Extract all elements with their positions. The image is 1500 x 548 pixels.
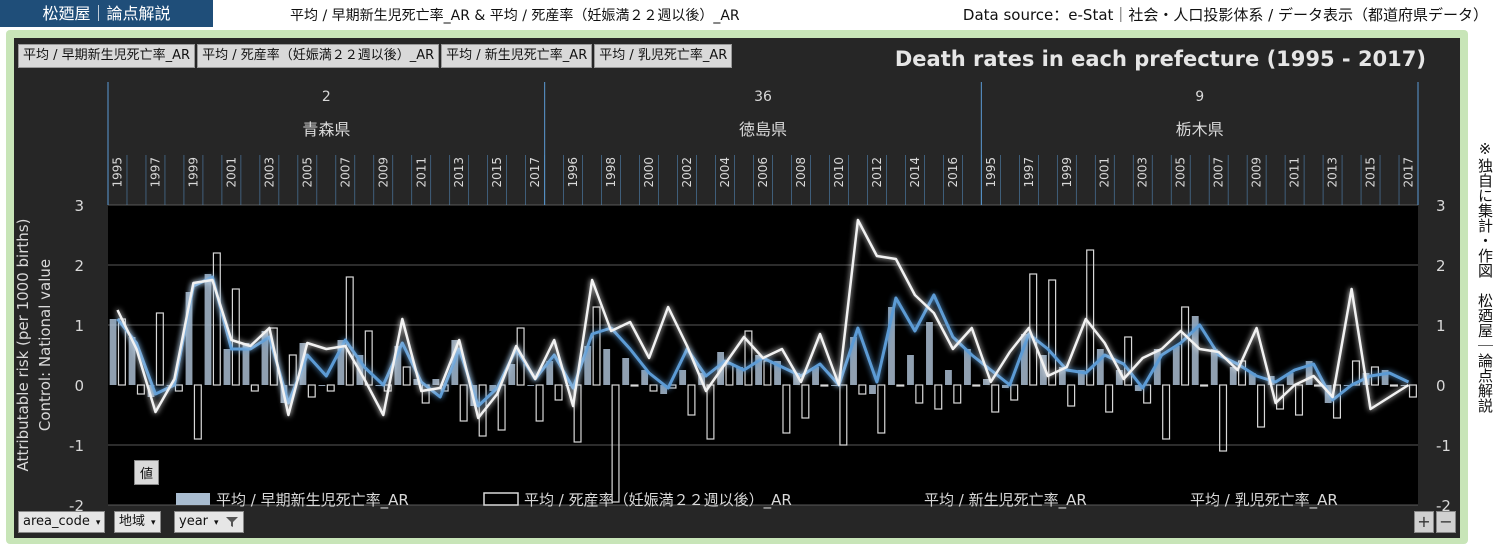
year-tick-label: 2004 (718, 157, 732, 188)
y-tick-label-right: 3 (1436, 197, 1446, 215)
y-tick-label-left: 0 (74, 377, 84, 395)
legend-label: 平均 / 新生児死亡率_AR (924, 491, 1087, 510)
group-name-label: 徳島県 (739, 120, 787, 139)
year-tick-label: 2014 (908, 157, 922, 188)
year-tick-label: 2002 (680, 157, 694, 188)
year-tick-label: 2017 (1402, 157, 1416, 188)
year-tick-label: 2015 (1364, 157, 1378, 188)
group-code-label: 2 (322, 89, 331, 105)
bar-early-neonatal (109, 319, 117, 385)
year-tick-label: 2016 (946, 157, 960, 188)
group-code-label: 36 (754, 89, 772, 105)
bar-early-neonatal (869, 385, 876, 394)
chevron-down-icon: ▾ (95, 518, 101, 528)
year-tick-label: 2012 (870, 157, 884, 188)
bar-early-neonatal (679, 370, 687, 385)
bar-early-neonatal (907, 355, 914, 385)
year-tick-label: 2008 (794, 157, 808, 188)
value-button[interactable]: 値 (134, 460, 160, 485)
group-code-label: 9 (1195, 89, 1204, 105)
year-tick-label: 2007 (1212, 157, 1226, 188)
legend-label: 平均 / 乳児死亡率_AR (1190, 491, 1338, 510)
year-tick-label: 1995 (984, 157, 998, 188)
area-code-filter[interactable]: area_code ▾ (18, 511, 106, 533)
year-tick-label: 2017 (528, 157, 542, 188)
y-axis-label: Attributable risk (per 1000 births) (14, 219, 32, 472)
year-tick-label: 2001 (224, 157, 238, 188)
y-tick-label-right: 0 (1436, 377, 1446, 395)
year-tick-label: 2011 (414, 157, 428, 188)
year-tick-label: 1998 (604, 157, 618, 188)
year-tick-label: 1996 (566, 157, 580, 188)
chevron-down-icon: ▾ (151, 518, 156, 528)
year-tick-label: 2005 (300, 157, 314, 188)
bar-early-neonatal (1096, 349, 1104, 385)
region-filter[interactable]: 地域 ▾ (114, 511, 161, 533)
y-tick-label-left: 3 (74, 197, 84, 215)
bar-early-neonatal (945, 370, 952, 385)
year-tick-label: 2000 (642, 157, 656, 188)
year-tick-label: 2009 (1250, 157, 1264, 188)
group-name-label: 青森県 (302, 120, 350, 139)
legend-swatch-filled (176, 493, 210, 505)
group-name-label: 栃木県 (1176, 120, 1224, 139)
year-tick-label: 1995 (110, 157, 124, 188)
year-tick-label: 2001 (1098, 157, 1112, 188)
bar-early-neonatal (622, 358, 630, 385)
bar-early-neonatal (926, 322, 933, 385)
year-tick-label: 2003 (1136, 157, 1150, 188)
year-tick-label: 2007 (338, 157, 352, 188)
year-tick-label: 1997 (148, 157, 162, 188)
year-tick-label: 2005 (1174, 157, 1188, 188)
bar-early-neonatal (1172, 346, 1180, 385)
y-tick-label-right: 1 (1436, 317, 1446, 335)
year-tick-label: 2009 (376, 157, 390, 188)
y-tick-label-right: 2 (1436, 257, 1446, 275)
zoom-out-button[interactable]: − (1436, 511, 1456, 533)
chart-svg: 3 32 21 10 0-1 -1-2 -2Attributable risk (per 1… (14, 82, 1451, 515)
y-tick-label-left: 1 (74, 317, 84, 335)
area-code-label: area_code (23, 514, 90, 529)
y-tick-label-right: -1 (1436, 437, 1451, 455)
year-tick-label: 2003 (262, 157, 276, 188)
year-tick-label: 2010 (832, 157, 846, 188)
bar-early-neonatal (508, 364, 516, 385)
funnel-icon (225, 516, 238, 527)
bar-early-neonatal (223, 349, 231, 385)
zoom-in-button[interactable]: + (1414, 511, 1434, 533)
year-tick-label: 2011 (1288, 157, 1302, 188)
year-tick-label: 1999 (186, 157, 200, 188)
year-tick-label: 2015 (490, 157, 504, 188)
y-tick-label-left: 2 (74, 257, 84, 275)
year-tick-label: 1997 (1022, 157, 1036, 188)
y-tick-label-left: -1 (69, 437, 84, 455)
y-axis-label: Control: National value (36, 259, 54, 431)
region-label: 地域 (119, 514, 146, 529)
bar-early-neonatal (204, 274, 212, 385)
year-tick-label: 2013 (1326, 157, 1340, 188)
legend-label: 平均 / 早期新生児死亡率_AR (216, 491, 409, 510)
legend-label: 平均 / 死産率（妊娠満２２週以後）_AR (524, 491, 792, 510)
year-filter[interactable]: year ▾ (174, 511, 244, 533)
year-tick-label: 1999 (1060, 157, 1074, 188)
year-tick-label: 2006 (756, 157, 770, 188)
year-tick-label: 2013 (452, 157, 466, 188)
bar-early-neonatal (603, 349, 611, 385)
year-label: year (179, 514, 209, 529)
chevron-down-icon: ▾ (214, 518, 219, 528)
